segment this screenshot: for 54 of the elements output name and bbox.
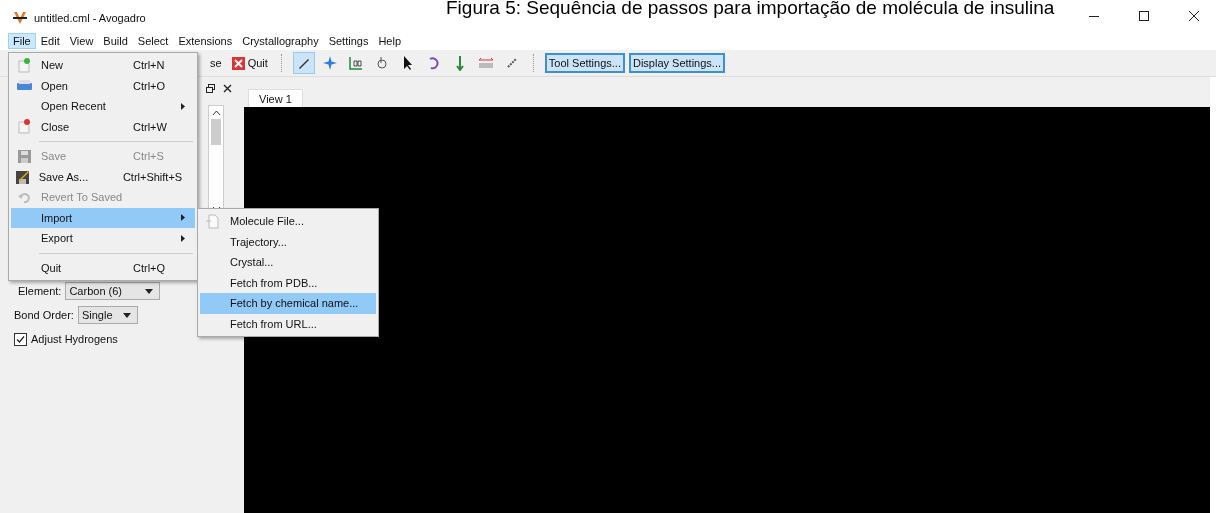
quit-icon: [231, 56, 245, 70]
toolbar-button[interactable]: se: [207, 57, 225, 69]
menu-item[interactable]: Open Ctrl+O: [11, 75, 195, 96]
caret-icon: [145, 288, 154, 294]
menu-item[interactable]: Trajectory...: [200, 231, 376, 252]
pencil-icon[interactable]: [292, 52, 315, 74]
menu-item[interactable]: Help: [373, 33, 406, 49]
scroll-thumb[interactable]: [211, 119, 221, 145]
close-icon[interactable]: [1189, 11, 1199, 21]
close-icon[interactable]: [223, 83, 232, 93]
menu-item[interactable]: View: [64, 33, 99, 49]
settings-button[interactable]: Tool Settings...: [544, 53, 625, 73]
menu-item[interactable]: Fetch from PDB...: [200, 272, 376, 293]
element-label: Element:: [18, 285, 62, 297]
settings-button[interactable]: Display Settings...: [628, 53, 725, 73]
view-tab[interactable]: View 1: [248, 89, 303, 107]
menu-item[interactable]: Settings: [323, 33, 374, 49]
menu-item[interactable]: Export: [11, 228, 195, 249]
quit-button[interactable]: Quit: [228, 56, 271, 70]
bond-order-label: Bond Order:: [14, 309, 74, 321]
checkbox-label: Adjust Hydrogens: [31, 333, 118, 345]
menu-item[interactable]: File: [8, 33, 36, 49]
menu-item[interactable]: Quit Ctrl+Q: [11, 257, 195, 278]
float-icon[interactable]: [206, 83, 215, 93]
menu-item[interactable]: Close Ctrl+W: [11, 116, 195, 137]
menu-item[interactable]: Save As... Ctrl+Shift+S: [11, 166, 195, 187]
element-dropdown[interactable]: Carbon (6): [65, 282, 161, 300]
menu-item[interactable]: New Ctrl+N: [11, 55, 195, 76]
menu-item[interactable]: Crystallography: [237, 33, 324, 49]
close-file-icon: [17, 119, 31, 135]
menu-item[interactable]: Import: [11, 207, 195, 228]
menu-item[interactable]: Select: [132, 33, 174, 49]
maximize-icon[interactable]: [1139, 11, 1149, 21]
menu-item[interactable]: Edit: [35, 33, 65, 49]
document-icon: [206, 213, 220, 229]
figure-caption: Figura 5: Sequência de passos para importação de molécula de insulina: [446, 0, 1055, 19]
scroll-up-icon[interactable]: [211, 110, 221, 116]
folder-icon: [16, 79, 32, 92]
menu-item[interactable]: Build: [98, 33, 133, 49]
app-logo-icon: [12, 11, 28, 25]
menu-item[interactable]: Fetch by chemical name...: [200, 293, 376, 314]
new-file-icon: [17, 57, 31, 73]
menu-item[interactable]: Crystal...: [200, 252, 376, 273]
menu-item[interactable]: Fetch from URL...: [200, 313, 376, 334]
save-as-icon: [15, 169, 30, 184]
window-title: untitled.cml - Avogadro: [34, 12, 146, 24]
bond-order-dropdown[interactable]: Single: [77, 306, 138, 324]
revert-icon: [17, 191, 31, 204]
checkbox[interactable]: [14, 332, 27, 346]
menu-item[interactable]: Open Recent: [11, 96, 195, 117]
menu-item[interactable]: Extensions: [173, 33, 238, 49]
caret-icon: [122, 312, 131, 318]
menu-item[interactable]: Molecule File...: [200, 211, 376, 232]
save-icon: [17, 149, 31, 163]
